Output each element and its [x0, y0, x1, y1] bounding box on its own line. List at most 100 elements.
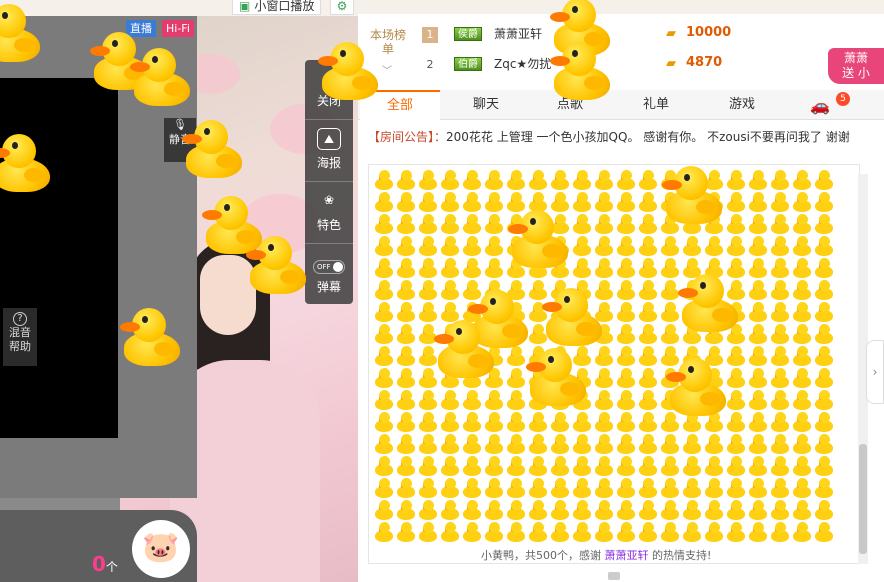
rank-value: 4870	[686, 55, 723, 70]
duck-gift-icon	[505, 455, 527, 477]
duck-gift-icon	[395, 235, 417, 257]
rank-user-name[interactable]: 萧萧亚轩	[494, 25, 542, 42]
duck-gift-icon	[373, 323, 395, 345]
duck-gift-icon	[439, 411, 461, 433]
mix-help-button[interactable]: ? 混音 帮助	[3, 308, 37, 366]
duck-gift-icon	[417, 235, 439, 257]
duck-gift-icon	[791, 411, 813, 433]
poster-tool-button[interactable]: ⛰ 海报	[305, 122, 353, 182]
mini-window-button[interactable]: ▣ 小窗口播放	[232, 0, 322, 15]
tab-gift-list[interactable]: 礼单	[616, 90, 696, 120]
duck-gift-icon	[637, 257, 659, 279]
duck-gift-icon	[373, 367, 395, 389]
duck-gift-icon	[615, 477, 637, 499]
rubber-duck-icon	[244, 232, 308, 296]
duck-gift-icon	[395, 367, 417, 389]
duck-gift-icon	[747, 521, 769, 543]
resize-handle[interactable]	[608, 572, 620, 580]
ranking-row[interactable]: 2 伯爵 Zqc★勿扰 ▰ 4870	[420, 54, 820, 78]
duck-gift-icon	[571, 455, 593, 477]
duck-gift-icon	[527, 169, 549, 191]
coin-icon: ▰	[666, 26, 676, 41]
gift-count: 0	[92, 552, 106, 576]
duck-gift-icon	[813, 411, 835, 433]
danmaku-tool-button[interactable]: OFF 弹幕	[305, 244, 353, 304]
duck-gift-icon	[483, 191, 505, 213]
duck-gift-icon	[593, 521, 615, 543]
duck-gift-icon	[615, 169, 637, 191]
duck-gift-icon	[439, 455, 461, 477]
duck-gift-icon	[637, 389, 659, 411]
duck-gift-icon	[769, 169, 791, 191]
car-icon[interactable]: 🚗	[810, 96, 830, 115]
duck-gift-icon	[769, 235, 791, 257]
rubber-duck-icon	[524, 344, 588, 408]
duck-gift-icon	[615, 213, 637, 235]
duck-gift-icon	[791, 301, 813, 323]
duck-gift-icon	[703, 499, 725, 521]
duck-gift-icon	[593, 169, 615, 191]
duck-gift-icon	[395, 499, 417, 521]
duck-gift-icon	[571, 499, 593, 521]
duck-gift-icon	[769, 279, 791, 301]
danmaku-toggle[interactable]: OFF	[313, 260, 345, 274]
gift-sender-name[interactable]: 萧萧亚轩	[605, 549, 649, 562]
tab-chat[interactable]: 聊天	[446, 90, 526, 120]
duck-gift-icon	[373, 279, 395, 301]
duck-gift-icon	[395, 477, 417, 499]
duck-gift-icon	[439, 389, 461, 411]
duck-gift-icon	[505, 477, 527, 499]
danmaku-tool-label: 弹幕	[316, 280, 341, 294]
duck-gift-icon	[439, 191, 461, 213]
rubber-duck-icon	[676, 270, 740, 334]
settings-button[interactable]: ⚙	[330, 0, 354, 15]
duck-gift-icon	[593, 345, 615, 367]
duck-gift-icon	[549, 521, 571, 543]
duck-gift-icon	[395, 213, 417, 235]
poster-tool-label: 海报	[316, 156, 341, 170]
duck-gift-icon	[769, 191, 791, 213]
duck-gift-icon	[791, 235, 813, 257]
duck-gift-icon	[417, 169, 439, 191]
duck-gift-icon	[637, 499, 659, 521]
duck-gift-icon	[725, 235, 747, 257]
duck-gift-icon	[813, 323, 835, 345]
duck-gift-icon	[769, 433, 791, 455]
rank-user-name[interactable]: Zqc★勿扰	[494, 55, 551, 72]
duck-gift-icon	[593, 477, 615, 499]
chat-tabs: 全部 聊天 点歌 礼单 游戏 🚗 5	[358, 90, 884, 120]
duck-gift-icon	[461, 213, 483, 235]
duck-gift-icon	[593, 455, 615, 477]
mix-help-line1: 混音	[9, 326, 31, 339]
duck-gift-icon	[483, 257, 505, 279]
duck-gift-icon	[527, 499, 549, 521]
ranking-row[interactable]: 1 侯爵 萧萧亚轩 ▰ 10000	[420, 24, 820, 48]
duck-gift-icon	[637, 301, 659, 323]
promo-tag[interactable]: 萧萧 送 小	[828, 48, 884, 84]
scroll-thumb[interactable]	[859, 444, 867, 554]
duck-gift-icon	[791, 389, 813, 411]
rank-number: 2	[426, 58, 434, 71]
duck-gift-icon	[373, 213, 395, 235]
pig-gift-button[interactable]: 🐷	[132, 520, 190, 578]
duck-gift-icon	[439, 499, 461, 521]
duck-gift-icon	[417, 433, 439, 455]
duck-gift-icon	[593, 213, 615, 235]
duck-gift-icon	[769, 323, 791, 345]
duck-gift-icon	[747, 169, 769, 191]
duck-gift-icon	[813, 235, 835, 257]
duck-gift-icon	[813, 191, 835, 213]
tab-games[interactable]: 游戏	[702, 90, 782, 120]
duck-gift-icon	[659, 477, 681, 499]
duck-gift-icon	[747, 455, 769, 477]
expand-panel-button[interactable]: ›	[866, 340, 884, 404]
duck-gift-icon	[373, 169, 395, 191]
duck-gift-icon	[659, 499, 681, 521]
chevron-down-icon[interactable]: ﹀	[382, 62, 392, 77]
duck-gift-icon	[483, 389, 505, 411]
duck-gift-icon	[615, 235, 637, 257]
duck-gift-icon	[725, 191, 747, 213]
duck-gift-icon	[593, 235, 615, 257]
duck-gift-icon	[747, 499, 769, 521]
feature-tool-button[interactable]: ❀ 特色	[305, 184, 353, 244]
